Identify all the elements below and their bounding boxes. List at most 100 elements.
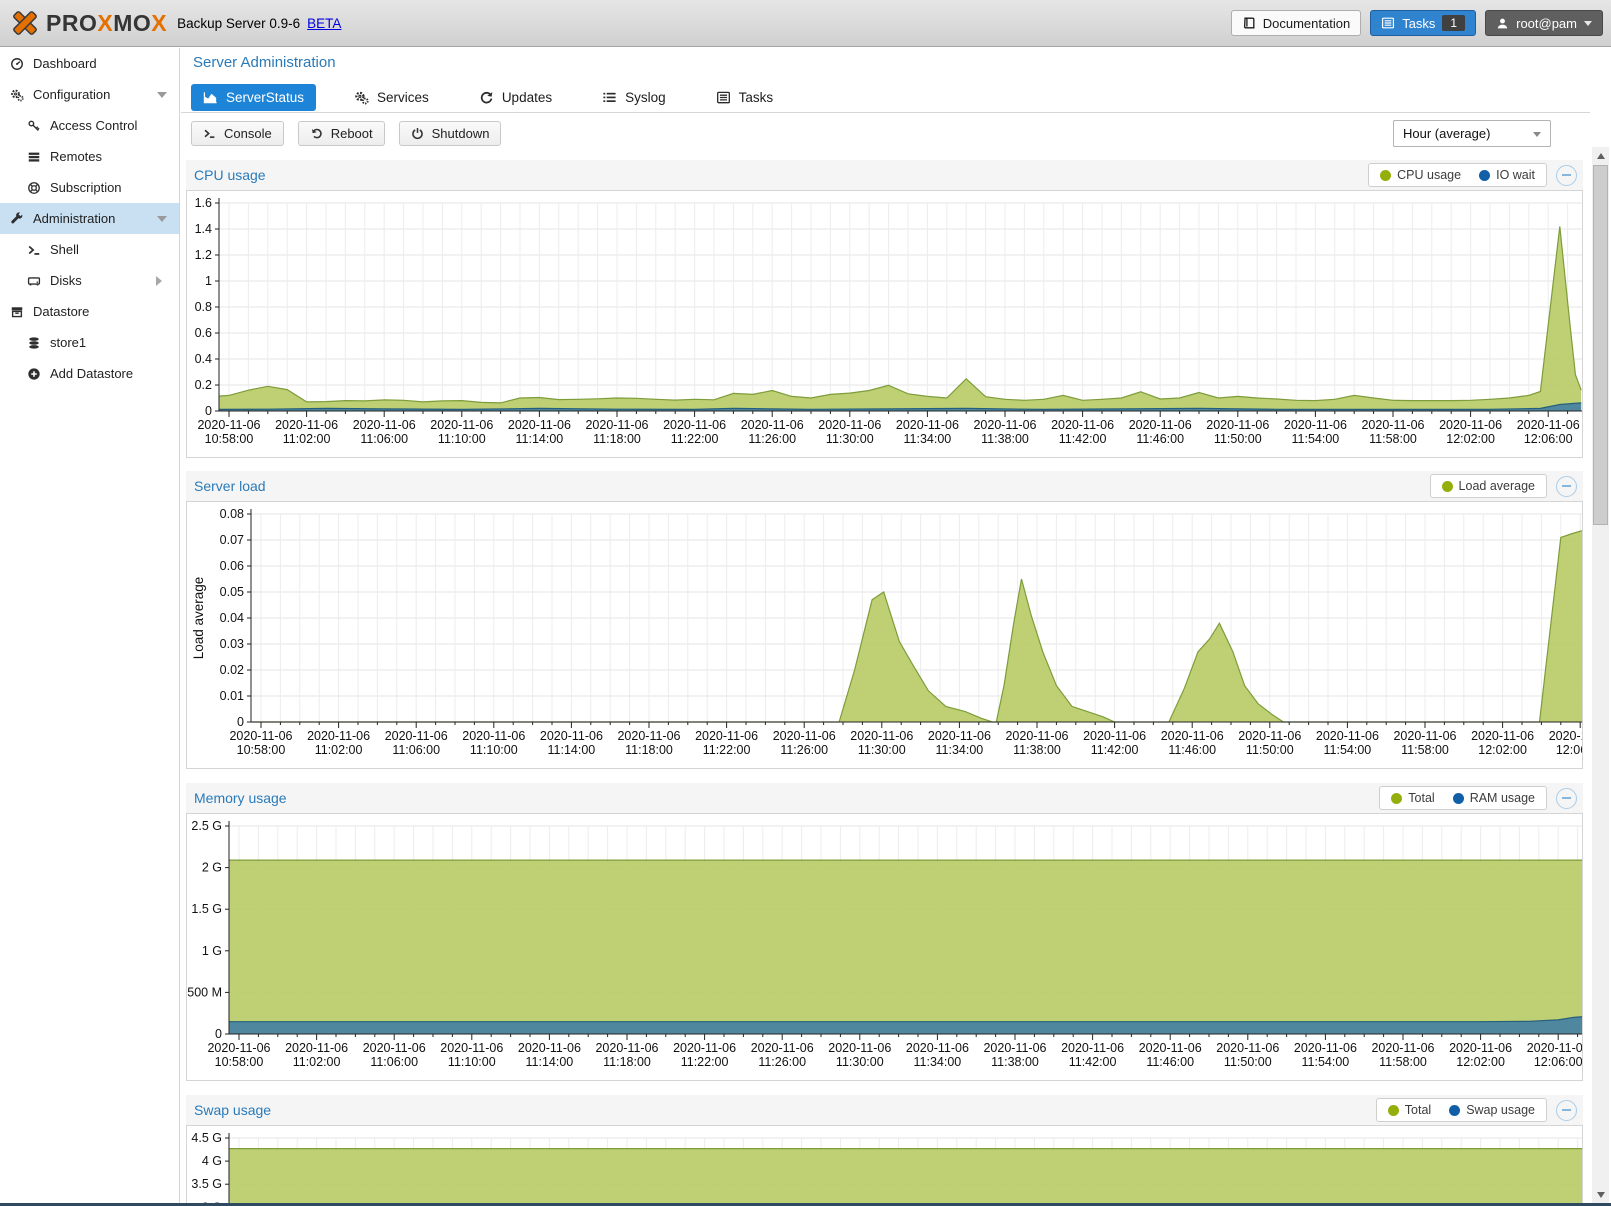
user-menu-button[interactable]: root@pam: [1485, 10, 1603, 36]
svg-text:2 G: 2 G: [202, 861, 222, 875]
chevron-down-icon[interactable]: [157, 92, 167, 103]
svg-text:0.04: 0.04: [220, 611, 244, 625]
tab-serverstatus[interactable]: ServerStatus: [191, 84, 316, 111]
sidebar-item-shell[interactable]: Shell: [0, 234, 179, 265]
svg-text:0.6: 0.6: [195, 326, 212, 340]
sidebar-item-subscription[interactable]: Subscription: [0, 172, 179, 203]
legend-item[interactable]: Total: [1388, 1103, 1431, 1117]
proxmox-backup-server-app: PROXMOX Backup Server 0.9-6 BETA Documen…: [0, 0, 1611, 1206]
sidebar-item-add-datastore[interactable]: Add Datastore: [0, 358, 179, 389]
terminal-icon: [203, 127, 216, 140]
vertical-scrollbar[interactable]: [1592, 147, 1609, 1203]
svg-text:2020-11-06: 2020-11-06: [1216, 1041, 1279, 1055]
panel-title: Memory usage: [194, 790, 287, 806]
svg-text:11:34:00: 11:34:00: [936, 743, 984, 757]
undo-icon: [310, 127, 323, 140]
legend-dot: [1442, 481, 1453, 492]
sidebar-item-access-control[interactable]: Access Control: [0, 110, 179, 141]
sidebar-item-label: Administration: [33, 211, 115, 226]
svg-text:2020-11-06: 2020-11-06: [462, 729, 525, 743]
tab-updates[interactable]: Updates: [467, 84, 564, 111]
svg-text:11:14:00: 11:14:00: [516, 432, 564, 446]
svg-text:Load average: Load average: [191, 577, 206, 660]
triangle-up-icon: [1597, 149, 1605, 159]
panel-header-server-load: Server load Load average: [186, 471, 1583, 501]
collapse-panel-button[interactable]: [1556, 1100, 1577, 1121]
console-button[interactable]: Console: [191, 121, 284, 146]
tab-label: ServerStatus: [226, 90, 304, 105]
scroll-down-arrow[interactable]: [1592, 1187, 1609, 1203]
legend-dot: [1453, 793, 1464, 804]
toolbar: Console Reboot Shutdown: [191, 121, 501, 146]
tasks-button[interactable]: Tasks 1: [1370, 10, 1476, 36]
chevron-right-icon[interactable]: [156, 276, 167, 286]
legend-item[interactable]: Load average: [1442, 479, 1535, 493]
sidebar-item-administration[interactable]: Administration: [0, 203, 179, 234]
svg-text:12:06:00: 12:06:00: [1534, 1055, 1582, 1069]
svg-text:2020-11-06: 2020-11-06: [1549, 729, 1582, 743]
sidebar-item-label: Configuration: [33, 87, 110, 102]
svg-text:0: 0: [205, 404, 212, 418]
power-icon: [411, 127, 424, 140]
sidebar-item-label: Datastore: [33, 304, 89, 319]
sidebar-item-disks[interactable]: Disks: [0, 265, 179, 296]
legend-item[interactable]: Swap usage: [1449, 1103, 1535, 1117]
svg-text:11:18:00: 11:18:00: [625, 743, 673, 757]
svg-text:2020-11-06: 2020-11-06: [1517, 418, 1580, 432]
page-title: Server Administration: [193, 54, 336, 71]
scroll-up-arrow[interactable]: [1592, 147, 1609, 163]
svg-text:2020-11-06: 2020-11-06: [928, 729, 991, 743]
svg-text:2020-11-06: 2020-11-06: [540, 729, 603, 743]
shutdown-button[interactable]: Shutdown: [399, 121, 502, 146]
reboot-label: Reboot: [331, 126, 373, 141]
svg-text:11:10:00: 11:10:00: [470, 743, 518, 757]
panel-title: Server load: [194, 478, 266, 494]
chart-legend: Total RAM usage: [1379, 786, 1547, 810]
memory-usage-chart: 0500 M1 G1.5 G2 G2.5 G2020-11-0610:58:00…: [186, 813, 1583, 1081]
svg-text:12:02:00: 12:02:00: [1446, 432, 1495, 446]
tab-separator: [181, 112, 1590, 113]
tab-label: Tasks: [739, 90, 774, 105]
tab-label: Updates: [502, 90, 552, 105]
svg-text:2020-11-06: 2020-11-06: [906, 1041, 969, 1055]
sidebar-item-remotes[interactable]: Remotes: [0, 141, 179, 172]
svg-text:10:58:00: 10:58:00: [215, 1055, 264, 1069]
collapse-panel-button[interactable]: [1556, 165, 1577, 186]
chart-legend: CPU usage IO wait: [1368, 163, 1547, 187]
svg-text:2020-11-06: 2020-11-06: [440, 1041, 503, 1055]
sidebar-item-configuration[interactable]: Configuration: [0, 79, 179, 110]
svg-text:0.8: 0.8: [195, 300, 212, 314]
legend-item[interactable]: CPU usage: [1380, 168, 1461, 182]
life-ring-icon: [27, 181, 41, 195]
sidebar-item-dashboard[interactable]: Dashboard: [0, 48, 179, 79]
sidebar-item-store1[interactable]: store1: [0, 327, 179, 358]
svg-text:11:14:00: 11:14:00: [548, 743, 596, 757]
svg-text:2020-11-06: 2020-11-06: [1393, 729, 1456, 743]
legend-item[interactable]: Total: [1391, 791, 1434, 805]
tab-services[interactable]: Services: [342, 84, 441, 111]
reboot-button[interactable]: Reboot: [298, 121, 385, 146]
tab-tasks[interactable]: Tasks: [704, 84, 786, 111]
tab-label: Syslog: [625, 90, 666, 105]
svg-text:0: 0: [215, 1027, 222, 1041]
tab-syslog[interactable]: Syslog: [590, 84, 678, 111]
svg-text:4 G: 4 G: [202, 1154, 222, 1168]
svg-text:11:38:00: 11:38:00: [991, 1055, 1039, 1069]
beta-link[interactable]: BETA: [307, 16, 341, 31]
timeframe-select[interactable]: Hour (average): [1393, 120, 1551, 147]
scrollbar-thumb[interactable]: [1593, 165, 1608, 525]
swap-usage-chart: 0500 M1 G1.5 G2 G2.5 G3 G3.5 G4 G4.5 G20…: [186, 1125, 1583, 1203]
sidebar-item-datastore[interactable]: Datastore: [0, 296, 179, 327]
collapse-panel-button[interactable]: [1556, 788, 1577, 809]
svg-text:2020-11-06: 2020-11-06: [1161, 729, 1224, 743]
legend-dot: [1449, 1105, 1460, 1116]
svg-text:11:58:00: 11:58:00: [1369, 432, 1417, 446]
svg-text:11:22:00: 11:22:00: [703, 743, 751, 757]
legend-item[interactable]: IO wait: [1479, 168, 1535, 182]
legend-dot: [1388, 1105, 1399, 1116]
documentation-button[interactable]: Documentation: [1231, 10, 1361, 36]
chevron-down-icon[interactable]: [157, 216, 167, 227]
svg-text:2020-11-06: 2020-11-06: [285, 1041, 348, 1055]
legend-item[interactable]: RAM usage: [1453, 791, 1535, 805]
collapse-panel-button[interactable]: [1556, 476, 1577, 497]
